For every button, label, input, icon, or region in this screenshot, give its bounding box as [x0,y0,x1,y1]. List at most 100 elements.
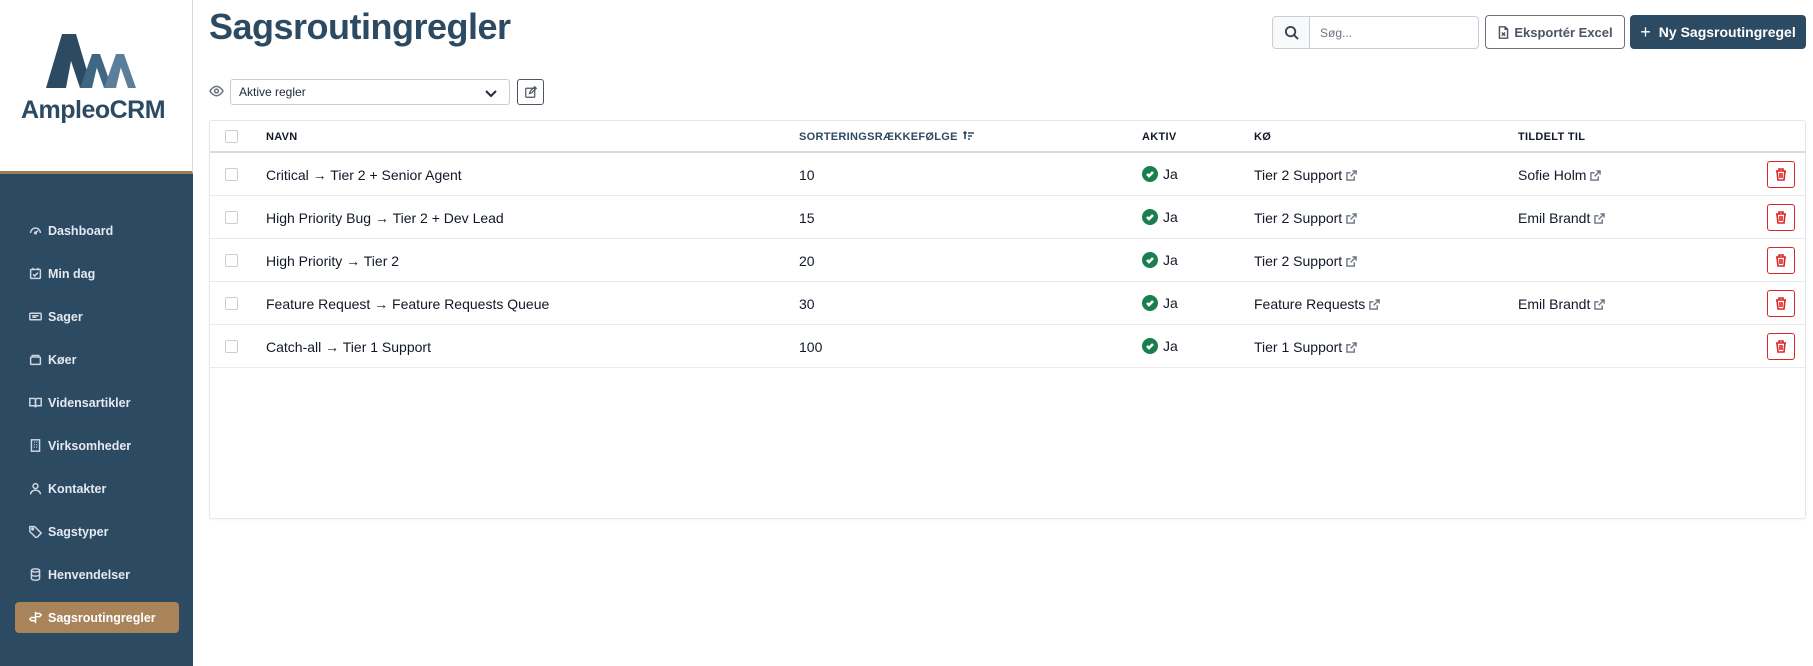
column-header-aktiv[interactable]: AKTIV [1142,131,1177,143]
sidebar-item-koer[interactable]: Køer [15,344,179,375]
cell-koe-link[interactable]: Tier 2 Support [1254,253,1357,269]
cell-koe-link[interactable]: Tier 2 Support [1254,167,1357,183]
export-label: Eksportér Excel [1514,24,1613,40]
delete-button[interactable] [1767,204,1795,231]
check-circle-icon [1142,338,1158,354]
building-icon [28,439,42,453]
database-icon [28,568,42,582]
edit-view-button[interactable] [517,79,544,105]
select-all-checkbox[interactable] [225,130,238,143]
cell-order: 15 [799,210,815,226]
check-circle-icon [1142,209,1158,225]
app-root: AmpleoCRM Dashboard Min dag Sager Køer V… [0,0,1813,666]
view-selected-value: Aktive regler [239,85,306,99]
sidebar-item-virksomheder[interactable]: Virksomheder [15,430,179,461]
delete-button[interactable] [1767,161,1795,188]
sidebar-item-sager[interactable]: Sager [15,301,179,332]
table-row[interactable]: High Priority Bug → Tier 2 + Dev Lead 15… [210,196,1805,239]
page-title: Sagsroutingregler [209,6,511,47]
ampleo-logo-icon [46,34,136,88]
table-row[interactable]: Catch-all → Tier 1 Support 100 Ja Tier 1… [210,325,1805,368]
export-excel-button[interactable]: Eksportér Excel [1485,15,1625,49]
koe-value: Feature Requests [1254,296,1366,312]
row-checkbox[interactable] [225,168,238,181]
check-circle-icon [1142,166,1158,182]
sidebar-item-label: Sagstyper [48,524,109,539]
sidebar-item-min-dag[interactable]: Min dag [15,258,179,289]
view-select[interactable]: Aktive regler [230,79,510,105]
row-checkbox[interactable] [225,211,238,224]
column-header-koe[interactable]: KØ [1254,131,1271,143]
trash-icon [1776,168,1786,181]
external-link-icon [1346,340,1357,353]
calendar-check-icon [28,267,42,281]
cell-navn: Feature Request → Feature Requests Queue [266,296,550,312]
row-checkbox[interactable] [225,340,238,353]
cell-koe-link[interactable]: Tier 2 Support [1254,210,1357,226]
sidebar-item-label: Køer [48,352,77,367]
logo-area[interactable]: AmpleoCRM [0,0,193,174]
search-input[interactable] [1310,17,1478,48]
signpost-icon [28,611,42,625]
sidebar-item-kontakter[interactable]: Kontakter [15,473,179,504]
cell-aktiv: Ja [1142,338,1178,354]
sidebar-nav: Dashboard Min dag Sager Køer Vidensartik… [15,215,179,645]
cell-order: 30 [799,296,815,312]
external-link-icon [1346,168,1357,181]
external-link-icon [1346,211,1357,224]
cell-navn: High Priority Bug → Tier 2 + Dev Lead [266,210,504,226]
external-link-icon [1594,297,1606,310]
delete-button[interactable] [1767,290,1795,317]
column-header-tildelt[interactable]: TILDELT TIL [1518,131,1585,143]
table-header: NAVN SORTERINGSRÆKKEFØLGE AKTIV KØ TILDE… [210,121,1805,153]
column-header-sortering[interactable]: SORTERINGSRÆKKEFØLGE [799,130,974,143]
app-name: AmpleoCRM [20,96,166,124]
pencil-square-icon [524,86,537,98]
sidebar-item-vidensartikler[interactable]: Vidensartikler [15,387,179,418]
sidebar-item-henvendelser[interactable]: Henvendelser [15,559,179,590]
cell-aktiv: Ja [1142,166,1178,182]
cell-koe-link[interactable]: Tier 1 Support [1254,339,1357,355]
book-open-icon [28,396,42,410]
check-circle-icon [1142,252,1158,268]
cell-order: 10 [799,167,815,183]
sidebar-item-label: Vidensartikler [48,395,131,410]
row-checkbox[interactable] [225,297,238,310]
main-content: Sagsroutingregler Eksportér Excel + Ny S… [193,0,1813,666]
eye-icon [209,84,224,99]
trash-icon [1776,254,1786,267]
external-link-icon [1346,254,1357,267]
table-row[interactable]: Feature Request → Feature Requests Queue… [210,282,1805,325]
cell-tildelt-link[interactable]: Emil Brandt [1518,210,1606,226]
table-row[interactable]: Critical → Tier 2 + Senior Agent 10 Ja T… [210,153,1805,196]
sidebar-item-sagsroutingregler[interactable]: Sagsroutingregler [15,602,179,633]
trash-icon [1776,211,1786,224]
table-row[interactable]: High Priority → Tier 2 20 Ja Tier 2 Supp… [210,239,1805,282]
tildelt-value: Emil Brandt [1518,210,1591,226]
sidebar-item-label: Sagsroutingregler [48,610,156,625]
cell-tildelt-link[interactable]: Sofie Holm [1518,167,1602,183]
sidebar: AmpleoCRM Dashboard Min dag Sager Køer V… [0,0,193,666]
external-link-icon [1590,168,1602,181]
aktiv-value: Ja [1163,338,1178,354]
aktiv-value: Ja [1163,252,1178,268]
delete-button[interactable] [1767,333,1795,360]
cell-tildelt-link[interactable]: Emil Brandt [1518,296,1606,312]
search-box [1272,16,1479,49]
aktiv-value: Ja [1163,209,1178,225]
koe-value: Tier 2 Support [1254,167,1343,183]
delete-button[interactable] [1767,247,1795,274]
tildelt-value: Sofie Holm [1518,167,1587,183]
sidebar-item-label: Virksomheder [48,438,132,453]
column-header-navn[interactable]: NAVN [266,131,298,143]
cell-aktiv: Ja [1142,295,1178,311]
sidebar-item-dashboard[interactable]: Dashboard [15,215,179,246]
search-icon[interactable] [1273,17,1310,48]
cell-koe-link[interactable]: Feature Requests [1254,296,1381,312]
cell-order: 100 [799,339,823,355]
sidebar-item-label: Sager [48,309,83,324]
sidebar-item-sagstyper[interactable]: Sagstyper [15,516,179,547]
new-routing-rule-button[interactable]: + Ny Sagsroutingregel [1630,15,1806,49]
cell-aktiv: Ja [1142,209,1178,225]
row-checkbox[interactable] [225,254,238,267]
